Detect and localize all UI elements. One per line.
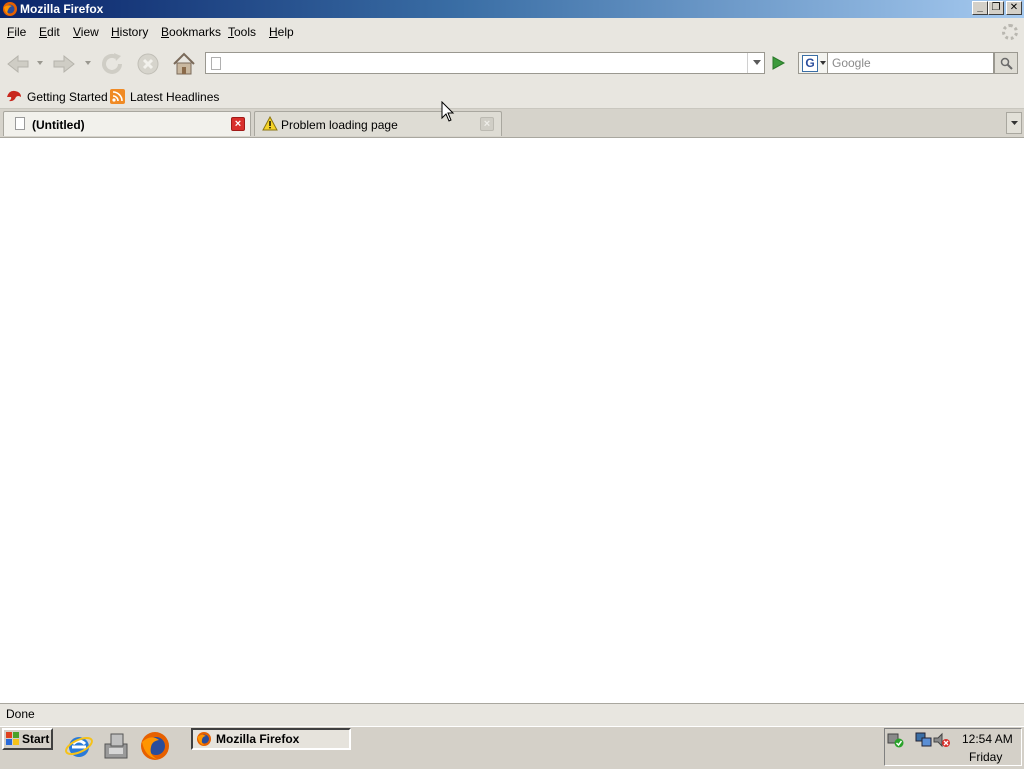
show-desktop-icon[interactable] [101, 730, 133, 762]
menu-tools[interactable]: Tools [228, 25, 256, 39]
menu-view-accesskey: V [73, 25, 81, 39]
taskbar-button-firefox[interactable]: Mozilla Firefox [191, 728, 351, 750]
menu-view[interactable]: View [73, 25, 99, 39]
volume-muted-icon[interactable] [933, 732, 951, 748]
tab-label: (Untitled) [32, 118, 85, 132]
google-icon: G [802, 55, 818, 72]
firefox-bookmark-icon [7, 90, 21, 102]
tab-problem-loading[interactable]: Problem loading page × [254, 111, 502, 136]
firefox-icon [197, 732, 211, 746]
start-label: Start [22, 732, 50, 746]
menu-help-label: elp [277, 25, 294, 39]
network-icon[interactable] [915, 732, 933, 748]
search-engine-selector[interactable]: G [798, 52, 828, 74]
menu-edit[interactable]: Edit [39, 25, 60, 39]
windows-logo-icon [6, 732, 19, 745]
status-bar [0, 703, 1024, 726]
url-history-dropdown[interactable] [747, 53, 765, 73]
menu-bookmarks-accesskey: B [161, 25, 170, 39]
search-input[interactable] [828, 52, 994, 74]
window-titlebar[interactable]: Mozilla Firefox [0, 0, 1024, 18]
menu-edit-label: dit [47, 25, 60, 39]
clock-day: Friday [969, 750, 1003, 764]
tab-label: Problem loading page [281, 118, 398, 132]
reload-icon[interactable] [98, 50, 126, 78]
back-icon[interactable] [4, 50, 32, 78]
forward-icon[interactable] [50, 50, 78, 78]
magnifier-icon [1000, 57, 1013, 70]
home-icon[interactable] [170, 50, 198, 78]
menu-bar [0, 18, 1024, 47]
minimize-button[interactable]: _ [972, 1, 988, 15]
menu-help-accesskey: H [269, 25, 278, 39]
restore-button[interactable]: ❐ [988, 1, 1004, 15]
bookmark-label: Getting Started [27, 90, 108, 104]
bookmark-label: Latest Headlines [130, 90, 220, 104]
menu-tools-label: ools [234, 25, 257, 39]
menu-bookmarks-label: ookmarks [169, 25, 222, 39]
clock-time[interactable]: 12:54 AM [962, 732, 1013, 746]
throbber-icon [1002, 24, 1018, 40]
stop-icon[interactable] [134, 50, 162, 78]
window-title: Mozilla Firefox [20, 2, 104, 16]
tab-list-button[interactable] [1006, 112, 1022, 134]
menu-bookmarks[interactable]: Bookmarks [161, 25, 221, 39]
firefox-icon[interactable] [139, 730, 171, 762]
menu-edit-accesskey: E [39, 25, 48, 39]
forward-history-dropdown-icon[interactable] [84, 60, 92, 66]
url-bar[interactable] [205, 52, 765, 74]
tab-close-icon[interactable]: × [480, 117, 494, 131]
status-text: Done [6, 707, 35, 721]
start-button[interactable]: Start [2, 728, 53, 750]
back-history-dropdown-icon[interactable] [36, 60, 44, 66]
go-icon[interactable] [768, 54, 788, 72]
chevron-down-icon [1011, 121, 1018, 125]
chevron-down-icon [753, 60, 761, 65]
taskbar-button-label: Mozilla Firefox [216, 732, 300, 746]
tab-close-icon[interactable]: × [231, 117, 245, 131]
blank-page-favicon-icon [211, 57, 221, 70]
menu-history[interactable]: History [111, 25, 148, 39]
firefox-logo-icon [3, 2, 17, 16]
menu-file-label: ile [14, 25, 27, 39]
menu-view-label: iew [80, 25, 99, 39]
chevron-down-icon [820, 61, 826, 65]
close-button[interactable]: ✕ [1006, 1, 1022, 15]
search-button[interactable] [994, 52, 1018, 74]
menu-file[interactable]: File [7, 25, 26, 39]
security-shield-icon[interactable] [887, 732, 905, 748]
menu-history-accesskey: H [111, 25, 120, 39]
menu-help[interactable]: Help [269, 25, 294, 39]
internet-explorer-icon[interactable] [63, 730, 95, 762]
mouse-cursor-icon [441, 101, 455, 122]
page-content[interactable] [0, 138, 1024, 702]
warning-icon [262, 116, 278, 131]
menu-history-label: istory [119, 25, 149, 39]
rss-icon [110, 89, 125, 104]
blank-page-icon [15, 117, 25, 130]
tab-untitled[interactable]: (Untitled) × [3, 111, 251, 136]
